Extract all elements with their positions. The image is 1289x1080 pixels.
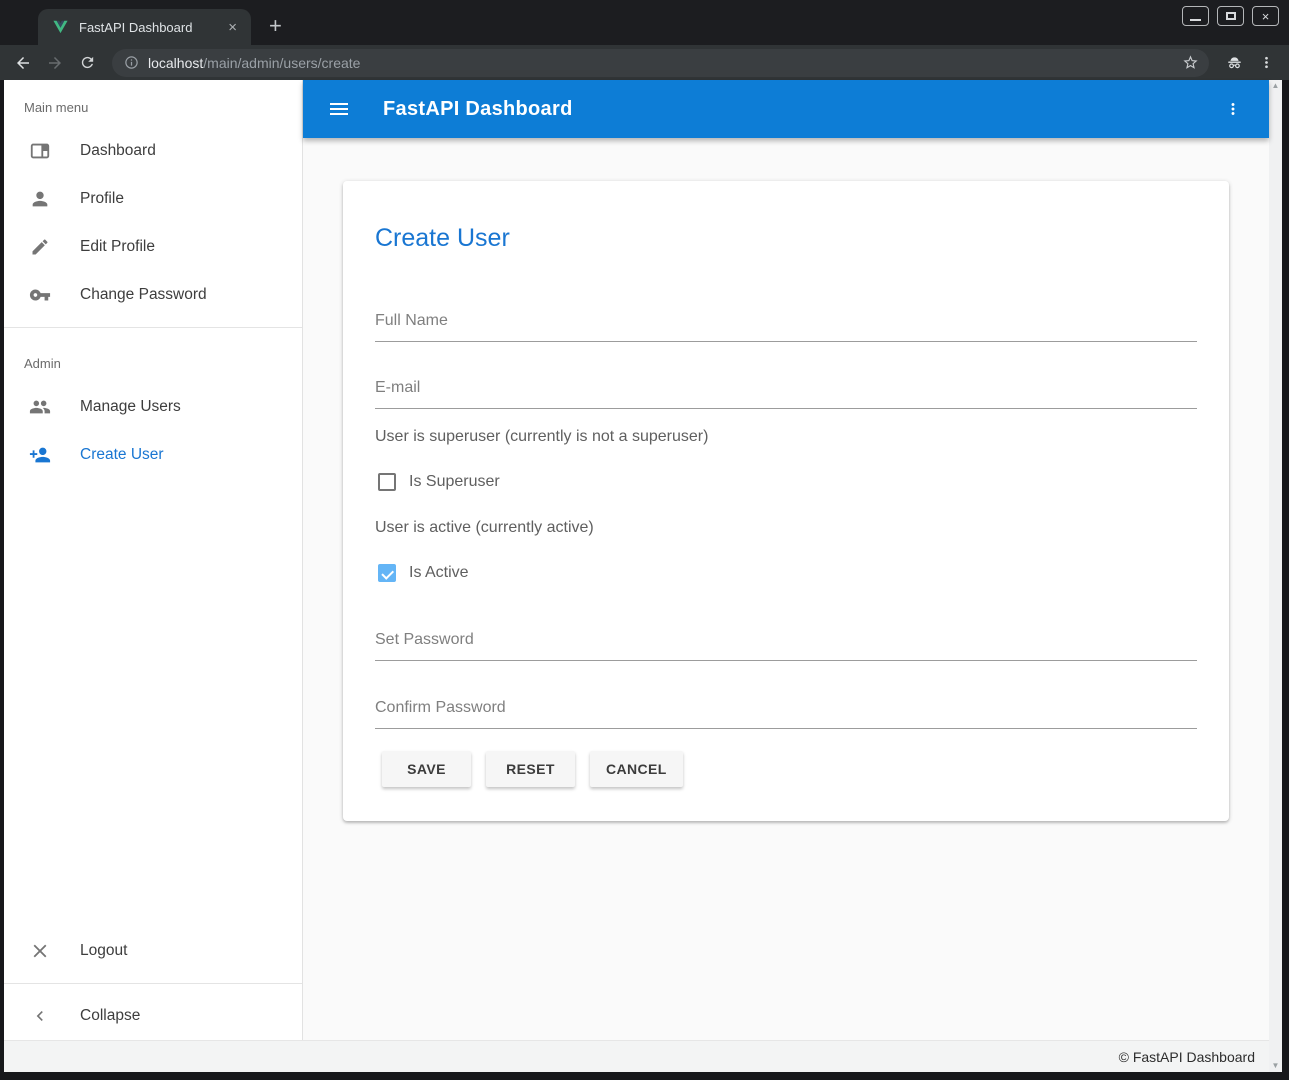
forward-button[interactable] — [42, 50, 68, 76]
new-tab-button[interactable]: + — [269, 15, 282, 37]
url-text[interactable]: localhost/main/admin/users/create — [148, 55, 1173, 71]
full-name-input[interactable] — [375, 311, 1197, 331]
incognito-icon — [1221, 50, 1247, 76]
sidebar-divider — [4, 983, 302, 984]
people-icon — [28, 395, 52, 419]
sidebar: Main menu Dashboard Profile Edit Profile — [4, 80, 303, 1040]
address-bar[interactable]: localhost/main/admin/users/create — [112, 49, 1209, 77]
cancel-button[interactable]: CANCEL — [590, 751, 683, 787]
save-button[interactable]: SAVE — [382, 751, 471, 787]
page-content: Create User User is superuser (currently… — [303, 138, 1269, 1040]
sidebar-item-label: Manage Users — [80, 398, 181, 416]
sidebar-item-edit-profile[interactable]: Edit Profile — [4, 223, 302, 271]
person-icon — [28, 187, 52, 211]
vue-logo-icon — [52, 19, 70, 35]
sidebar-item-dashboard[interactable]: Dashboard — [4, 127, 302, 175]
key-icon — [28, 283, 52, 307]
app-viewport: Main menu Dashboard Profile Edit Profile — [4, 80, 1269, 1040]
back-button[interactable] — [10, 50, 36, 76]
sidebar-item-label: Collapse — [80, 1007, 140, 1025]
sidebar-section-admin: Admin — [4, 336, 302, 383]
chevron-left-icon — [28, 1004, 52, 1028]
url-host: localhost — [148, 55, 203, 71]
superuser-note: User is superuser (currently is not a su… — [375, 427, 1197, 447]
browser-tab[interactable]: FastAPI Dashboard × — [38, 9, 251, 45]
confirm-password-input[interactable] — [375, 698, 1197, 718]
sidebar-item-label: Profile — [80, 190, 124, 208]
is-superuser-checkbox[interactable] — [378, 473, 396, 491]
window-controls: × — [1182, 6, 1279, 26]
hamburger-menu-icon[interactable] — [321, 91, 357, 127]
person-add-icon — [28, 443, 52, 467]
tab-title: FastAPI Dashboard — [79, 20, 215, 35]
url-path: /main/admin/users/create — [203, 55, 360, 71]
create-user-card: Create User User is superuser (currently… — [343, 181, 1229, 821]
window-minimize-button[interactable] — [1182, 6, 1209, 26]
sidebar-item-logout[interactable]: Logout — [4, 927, 302, 975]
checkbox-label: Is Superuser — [409, 473, 500, 491]
appbar: FastAPI Dashboard — [303, 80, 1269, 138]
minimize-icon — [1190, 19, 1201, 21]
window-maximize-button[interactable] — [1217, 6, 1244, 26]
sidebar-item-label: Logout — [80, 942, 127, 960]
main-column: FastAPI Dashboard Create User User is su… — [303, 80, 1269, 1040]
window-close-button[interactable]: × — [1252, 6, 1279, 26]
page-title: Create User — [375, 223, 1197, 253]
sidebar-spacer — [4, 479, 302, 927]
tab-close-icon[interactable]: × — [224, 20, 241, 35]
appbar-title: FastAPI Dashboard — [383, 98, 573, 121]
email-input[interactable] — [375, 378, 1197, 398]
sidebar-item-create-user[interactable]: Create User — [4, 431, 302, 479]
pencil-icon — [28, 235, 52, 259]
browser-menu-button[interactable] — [1253, 50, 1279, 76]
active-note: User is active (currently active) — [375, 518, 1197, 538]
sidebar-item-label: Create User — [80, 446, 164, 464]
reset-button[interactable]: RESET — [486, 751, 575, 787]
full-name-field — [375, 311, 1197, 342]
page-info-icon[interactable] — [124, 55, 139, 70]
sidebar-item-manage-users[interactable]: Manage Users — [4, 383, 302, 431]
set-password-input[interactable] — [375, 630, 1197, 650]
browser-toolbar: localhost/main/admin/users/create — [0, 45, 1289, 80]
scroll-down-arrow[interactable]: ▼ — [1269, 1060, 1282, 1072]
sidebar-item-change-password[interactable]: Change Password — [4, 271, 302, 319]
sidebar-item-collapse[interactable]: Collapse — [4, 992, 302, 1040]
footer-copyright: © FastAPI Dashboard — [1119, 1049, 1255, 1065]
email-field — [375, 378, 1197, 409]
confirm-password-field — [375, 698, 1197, 729]
maximize-icon — [1226, 12, 1236, 20]
dashboard-icon — [28, 139, 52, 163]
sidebar-item-label: Edit Profile — [80, 238, 155, 256]
sidebar-item-label: Change Password — [80, 286, 207, 304]
bookmark-star-icon[interactable] — [1182, 54, 1199, 71]
sidebar-item-profile[interactable]: Profile — [4, 175, 302, 223]
close-icon — [28, 939, 52, 963]
checkbox-label: Is Active — [409, 564, 469, 582]
form-actions: SAVE RESET CANCEL — [375, 751, 1197, 787]
is-superuser-checkbox-row[interactable]: Is Superuser — [375, 470, 1197, 494]
app-footer: © FastAPI Dashboard — [4, 1040, 1269, 1072]
appbar-menu-button[interactable] — [1215, 91, 1251, 127]
vertical-scrollbar[interactable]: ▲ ▼ — [1269, 80, 1282, 1072]
set-password-field — [375, 630, 1197, 661]
is-active-checkbox-row[interactable]: Is Active — [375, 561, 1197, 585]
sidebar-divider — [4, 327, 302, 328]
reload-button[interactable] — [74, 50, 100, 76]
browser-titlebar: FastAPI Dashboard × + × — [0, 0, 1289, 45]
is-active-checkbox[interactable] — [378, 564, 396, 582]
scroll-up-arrow[interactable]: ▲ — [1269, 80, 1282, 92]
sidebar-item-label: Dashboard — [80, 142, 156, 160]
sidebar-section-main-menu: Main menu — [4, 80, 302, 127]
